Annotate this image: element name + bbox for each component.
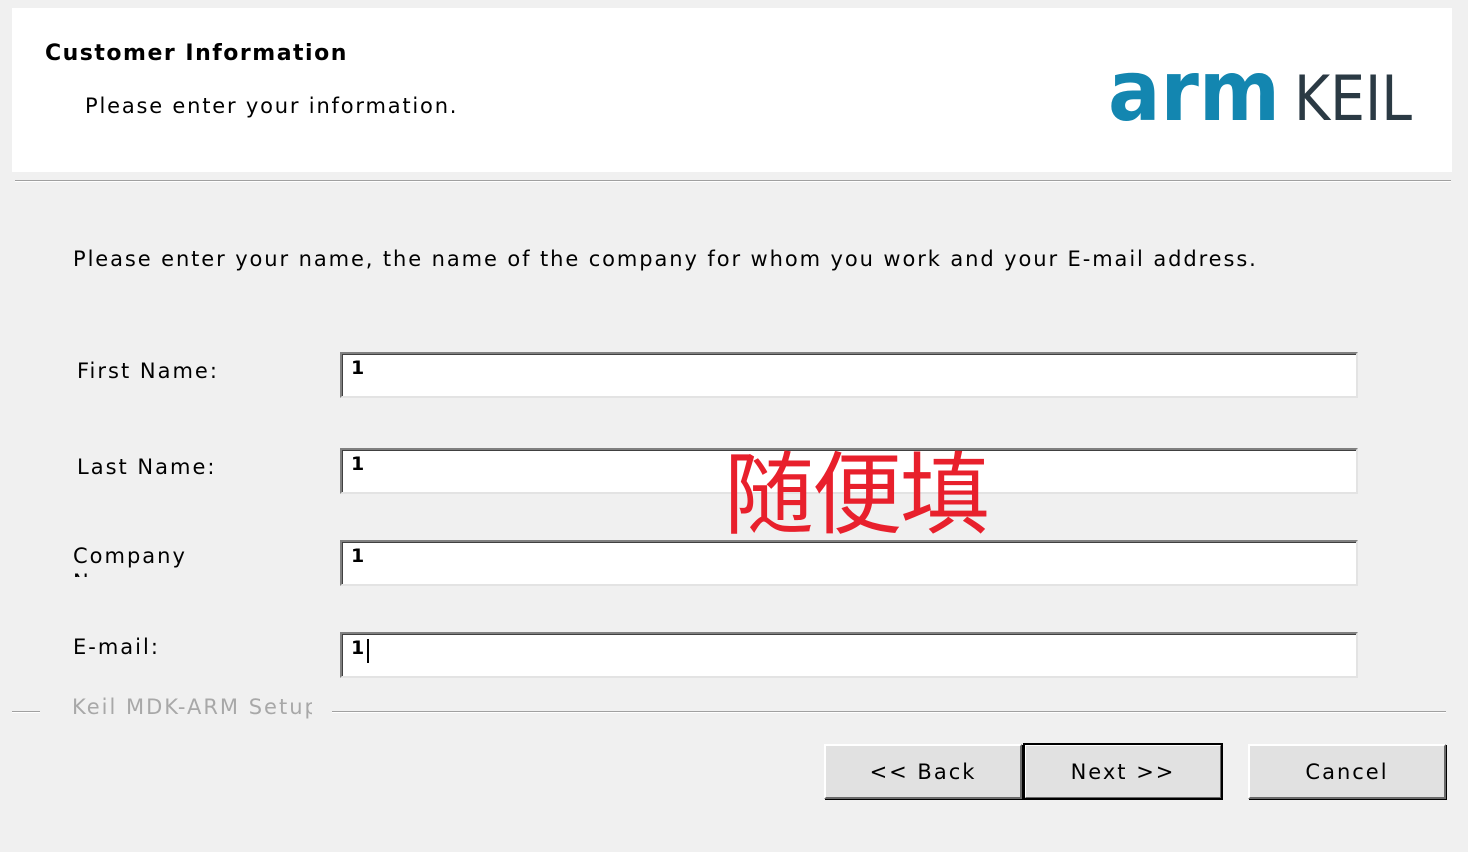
email-label: E-mail:	[73, 635, 160, 659]
page-subtitle: Please enter your information.	[85, 94, 459, 118]
instructions-text: Please enter your name, the name of the …	[73, 247, 1258, 271]
next-button[interactable]: Next >>	[1023, 743, 1223, 800]
email-input[interactable]	[342, 634, 1356, 676]
annotation-text: 随便填	[724, 443, 990, 548]
footer-divider-right	[332, 711, 1446, 713]
first-name-field[interactable]	[340, 352, 1358, 398]
header-panel: Customer Information Please enter your i…	[12, 8, 1452, 172]
page-title: Customer Information	[45, 41, 348, 66]
email-field[interactable]	[340, 632, 1358, 678]
header-divider	[15, 180, 1451, 182]
last-name-label: Last Name:	[77, 455, 217, 479]
first-name-label: First Name:	[77, 359, 219, 383]
footer-brand-text: Keil MDK-ARM Setup	[72, 695, 312, 719]
company-name-input[interactable]	[342, 542, 1356, 584]
footer-divider-left	[12, 711, 40, 713]
text-cursor	[367, 639, 369, 663]
first-name-input[interactable]	[342, 354, 1356, 396]
company-name-label: Company Name:	[73, 544, 187, 577]
cancel-button[interactable]: Cancel	[1248, 744, 1446, 799]
setup-window: Customer Information Please enter your i…	[0, 0, 1468, 852]
back-button[interactable]: << Back	[824, 744, 1022, 799]
arm-keil-logo: arm KEIL	[1108, 48, 1412, 138]
logo-product-text: KEIL	[1294, 62, 1412, 135]
logo-brand-text: arm	[1108, 48, 1280, 138]
